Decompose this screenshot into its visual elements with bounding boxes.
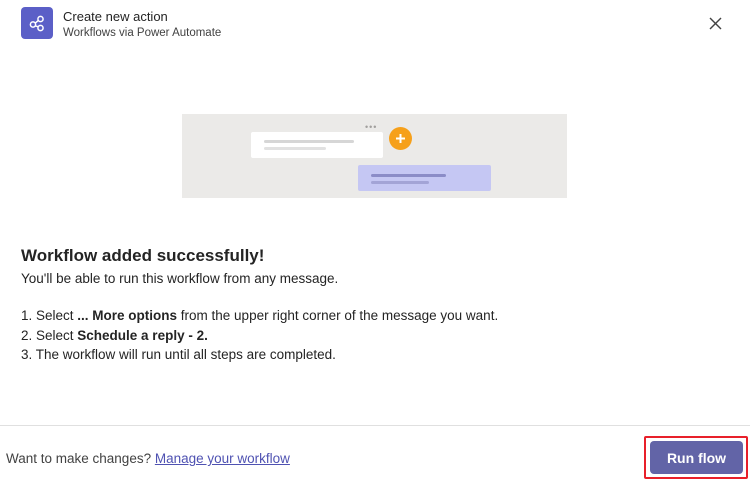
- create-action-dialog: Create new action Workflows via Power Au…: [0, 0, 750, 481]
- footer-divider: [0, 425, 750, 426]
- illustration-message-card: [251, 132, 383, 158]
- footer-prompt: Want to make changes? Manage your workfl…: [6, 450, 290, 467]
- illustration-reply-card: [358, 165, 491, 191]
- step-text: 3. The workflow will run until all steps…: [21, 347, 336, 362]
- step-item: 2. Select Schedule a reply - 2.: [21, 326, 721, 346]
- more-options-dots-icon: •••: [365, 122, 378, 132]
- step-item: 1. Select ... More options from the uppe…: [21, 306, 721, 326]
- step-bold-text: Schedule a reply - 2.: [77, 327, 208, 343]
- step-text: 1. Select: [21, 308, 78, 323]
- close-button[interactable]: [704, 12, 726, 34]
- dialog-subtitle: Workflows via Power Automate: [63, 27, 222, 39]
- step-bold-text: ... More options: [77, 308, 178, 323]
- plus-icon: [389, 127, 412, 150]
- illustration-line: [264, 147, 326, 150]
- close-icon: [709, 17, 721, 29]
- step-text: 2. Select: [21, 327, 78, 343]
- workflow-illustration: •••: [182, 114, 567, 198]
- dialog-title: Create new action: [63, 9, 168, 24]
- illustration-line: [264, 140, 354, 143]
- step-text: from the upper right corner of the messa…: [177, 308, 499, 323]
- footer-prompt-text: Want to make changes?: [6, 451, 152, 466]
- run-flow-button[interactable]: Run flow: [650, 441, 743, 474]
- dialog-content: Workflow added successfully! You'll be a…: [21, 246, 721, 365]
- step-item: 3. The workflow will run until all steps…: [21, 345, 721, 365]
- workflow-share-icon: [21, 7, 53, 39]
- dialog-header: Create new action Workflows via Power Au…: [21, 7, 221, 41]
- illustration-line: [371, 181, 429, 184]
- success-description: You'll be able to run this workflow from…: [21, 271, 339, 286]
- illustration-line: [371, 174, 446, 177]
- header-text: Create new action Workflows via Power Au…: [63, 9, 221, 41]
- steps-list: 1. Select ... More options from the uppe…: [21, 306, 721, 365]
- manage-workflow-link[interactable]: Manage your workflow: [155, 451, 290, 466]
- success-title: Workflow added successfully!: [21, 246, 265, 265]
